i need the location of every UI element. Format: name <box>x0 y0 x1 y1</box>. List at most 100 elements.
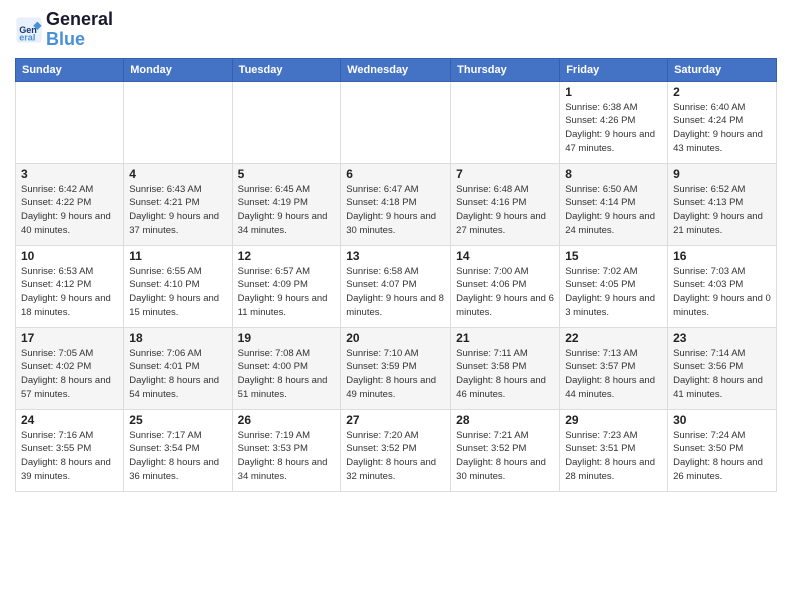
day-info: Sunrise: 7:10 AM Sunset: 3:59 PM Dayligh… <box>346 347 445 402</box>
calendar-week-row: 24 Sunrise: 7:16 AM Sunset: 3:55 PM Dayli… <box>16 409 777 491</box>
day-info: Sunrise: 7:11 AM Sunset: 3:58 PM Dayligh… <box>456 347 554 402</box>
day-info: Sunrise: 7:20 AM Sunset: 3:52 PM Dayligh… <box>346 429 445 484</box>
day-info: Sunrise: 6:55 AM Sunset: 4:10 PM Dayligh… <box>129 265 226 320</box>
table-row: 10Sunrise: 6:53 AM Sunset: 4:12 PM Dayli… <box>16 245 124 327</box>
day-number: 7 <box>456 167 554 181</box>
day-number: 23 <box>673 331 771 345</box>
day-info: Sunrise: 7:19 AM Sunset: 3:53 PM Dayligh… <box>238 429 336 484</box>
day-number: 5 <box>238 167 336 181</box>
day-number: 14 <box>456 249 554 263</box>
day-info: Sunrise: 7:23 AM Sunset: 3:51 PM Dayligh… <box>565 429 662 484</box>
page-header: Gen eral GeneralBlue <box>15 10 777 50</box>
logo: Gen eral GeneralBlue <box>15 10 113 50</box>
table-row <box>16 81 124 163</box>
table-row <box>341 81 451 163</box>
col-tuesday: Tuesday <box>232 58 341 81</box>
day-info: Sunrise: 7:06 AM Sunset: 4:01 PM Dayligh… <box>129 347 226 402</box>
day-number: 1 <box>565 85 662 99</box>
day-info: Sunrise: 7:05 AM Sunset: 4:02 PM Dayligh… <box>21 347 118 402</box>
table-row: 3 Sunrise: 6:42 AM Sunset: 4:22 PM Daylig… <box>16 163 124 245</box>
table-row <box>124 81 232 163</box>
day-info: Sunrise: 6:48 AM Sunset: 4:16 PM Dayligh… <box>456 183 554 238</box>
day-number: 8 <box>565 167 662 181</box>
table-row <box>232 81 341 163</box>
day-number: 13 <box>346 249 445 263</box>
day-info: Sunrise: 6:47 AM Sunset: 4:18 PM Dayligh… <box>346 183 445 238</box>
page-container: Gen eral GeneralBlue Sunday Monday Tuesd… <box>0 0 792 497</box>
table-row: 20 Sunrise: 7:10 AM Sunset: 3:59 PM Dayli… <box>341 327 451 409</box>
day-number: 24 <box>21 413 118 427</box>
day-info: Sunrise: 6:38 AM Sunset: 4:26 PM Dayligh… <box>565 101 662 156</box>
table-row: 9Sunrise: 6:52 AM Sunset: 4:13 PM Daylig… <box>668 163 777 245</box>
table-row: 13 Sunrise: 6:58 AM Sunset: 4:07 PM Dayli… <box>341 245 451 327</box>
calendar-week-row: 1 Sunrise: 6:38 AM Sunset: 4:26 PM Daylig… <box>16 81 777 163</box>
day-info: Sunrise: 6:50 AM Sunset: 4:14 PM Dayligh… <box>565 183 662 238</box>
day-info: Sunrise: 7:17 AM Sunset: 3:54 PM Dayligh… <box>129 429 226 484</box>
table-row: 29Sunrise: 7:23 AM Sunset: 3:51 PM Dayli… <box>560 409 668 491</box>
table-row: 22 Sunrise: 7:13 AM Sunset: 3:57 PM Dayli… <box>560 327 668 409</box>
table-row: 1 Sunrise: 6:38 AM Sunset: 4:26 PM Daylig… <box>560 81 668 163</box>
day-number: 4 <box>129 167 226 181</box>
day-info: Sunrise: 7:21 AM Sunset: 3:52 PM Dayligh… <box>456 429 554 484</box>
day-number: 30 <box>673 413 771 427</box>
col-thursday: Thursday <box>451 58 560 81</box>
day-number: 15 <box>565 249 662 263</box>
day-number: 17 <box>21 331 118 345</box>
table-row: 19 Sunrise: 7:08 AM Sunset: 4:00 PM Dayli… <box>232 327 341 409</box>
day-info: Sunrise: 6:45 AM Sunset: 4:19 PM Dayligh… <box>238 183 336 238</box>
table-row: 27 Sunrise: 7:20 AM Sunset: 3:52 PM Dayli… <box>341 409 451 491</box>
table-row: 21Sunrise: 7:11 AM Sunset: 3:58 PM Dayli… <box>451 327 560 409</box>
day-info: Sunrise: 7:16 AM Sunset: 3:55 PM Dayligh… <box>21 429 118 484</box>
day-number: 6 <box>346 167 445 181</box>
svg-text:eral: eral <box>19 32 35 42</box>
day-number: 25 <box>129 413 226 427</box>
day-info: Sunrise: 7:00 AM Sunset: 4:06 PM Dayligh… <box>456 265 554 320</box>
table-row: 28 Sunrise: 7:21 AM Sunset: 3:52 PM Dayli… <box>451 409 560 491</box>
table-row: 8 Sunrise: 6:50 AM Sunset: 4:14 PM Daylig… <box>560 163 668 245</box>
day-number: 9 <box>673 167 771 181</box>
day-number: 20 <box>346 331 445 345</box>
table-row: 18 Sunrise: 7:06 AM Sunset: 4:01 PM Dayli… <box>124 327 232 409</box>
day-info: Sunrise: 6:53 AM Sunset: 4:12 PM Dayligh… <box>21 265 118 320</box>
table-row: 4Sunrise: 6:43 AM Sunset: 4:21 PM Daylig… <box>124 163 232 245</box>
day-number: 28 <box>456 413 554 427</box>
table-row: 7 Sunrise: 6:48 AM Sunset: 4:16 PM Daylig… <box>451 163 560 245</box>
day-number: 18 <box>129 331 226 345</box>
day-number: 27 <box>346 413 445 427</box>
calendar-table: Sunday Monday Tuesday Wednesday Thursday… <box>15 58 777 492</box>
table-row: 12Sunrise: 6:57 AM Sunset: 4:09 PM Dayli… <box>232 245 341 327</box>
col-saturday: Saturday <box>668 58 777 81</box>
day-number: 26 <box>238 413 336 427</box>
table-row: 17 Sunrise: 7:05 AM Sunset: 4:02 PM Dayli… <box>16 327 124 409</box>
day-info: Sunrise: 7:13 AM Sunset: 3:57 PM Dayligh… <box>565 347 662 402</box>
day-number: 11 <box>129 249 226 263</box>
day-number: 2 <box>673 85 771 99</box>
day-info: Sunrise: 7:03 AM Sunset: 4:03 PM Dayligh… <box>673 265 771 320</box>
day-info: Sunrise: 7:24 AM Sunset: 3:50 PM Dayligh… <box>673 429 771 484</box>
day-info: Sunrise: 6:58 AM Sunset: 4:07 PM Dayligh… <box>346 265 445 320</box>
table-row: 14 Sunrise: 7:00 AM Sunset: 4:06 PM Dayli… <box>451 245 560 327</box>
day-number: 22 <box>565 331 662 345</box>
day-number: 19 <box>238 331 336 345</box>
logo-text: GeneralBlue <box>46 10 113 50</box>
calendar-week-row: 3 Sunrise: 6:42 AM Sunset: 4:22 PM Daylig… <box>16 163 777 245</box>
day-info: Sunrise: 7:08 AM Sunset: 4:00 PM Dayligh… <box>238 347 336 402</box>
table-row: 24 Sunrise: 7:16 AM Sunset: 3:55 PM Dayli… <box>16 409 124 491</box>
table-row: 16 Sunrise: 7:03 AM Sunset: 4:03 PM Dayli… <box>668 245 777 327</box>
calendar-week-row: 10Sunrise: 6:53 AM Sunset: 4:12 PM Dayli… <box>16 245 777 327</box>
table-row: 15 Sunrise: 7:02 AM Sunset: 4:05 PM Dayli… <box>560 245 668 327</box>
day-number: 16 <box>673 249 771 263</box>
calendar-header-row: Sunday Monday Tuesday Wednesday Thursday… <box>16 58 777 81</box>
day-number: 3 <box>21 167 118 181</box>
col-sunday: Sunday <box>16 58 124 81</box>
day-info: Sunrise: 6:42 AM Sunset: 4:22 PM Dayligh… <box>21 183 118 238</box>
day-info: Sunrise: 7:02 AM Sunset: 4:05 PM Dayligh… <box>565 265 662 320</box>
col-monday: Monday <box>124 58 232 81</box>
table-row: 25 Sunrise: 7:17 AM Sunset: 3:54 PM Dayli… <box>124 409 232 491</box>
day-info: Sunrise: 6:57 AM Sunset: 4:09 PM Dayligh… <box>238 265 336 320</box>
table-row: 2Sunrise: 6:40 AM Sunset: 4:24 PM Daylig… <box>668 81 777 163</box>
calendar-week-row: 17 Sunrise: 7:05 AM Sunset: 4:02 PM Dayli… <box>16 327 777 409</box>
table-row: 5 Sunrise: 6:45 AM Sunset: 4:19 PM Daylig… <box>232 163 341 245</box>
table-row: 30 Sunrise: 7:24 AM Sunset: 3:50 PM Dayli… <box>668 409 777 491</box>
table-row: 26 Sunrise: 7:19 AM Sunset: 3:53 PM Dayli… <box>232 409 341 491</box>
